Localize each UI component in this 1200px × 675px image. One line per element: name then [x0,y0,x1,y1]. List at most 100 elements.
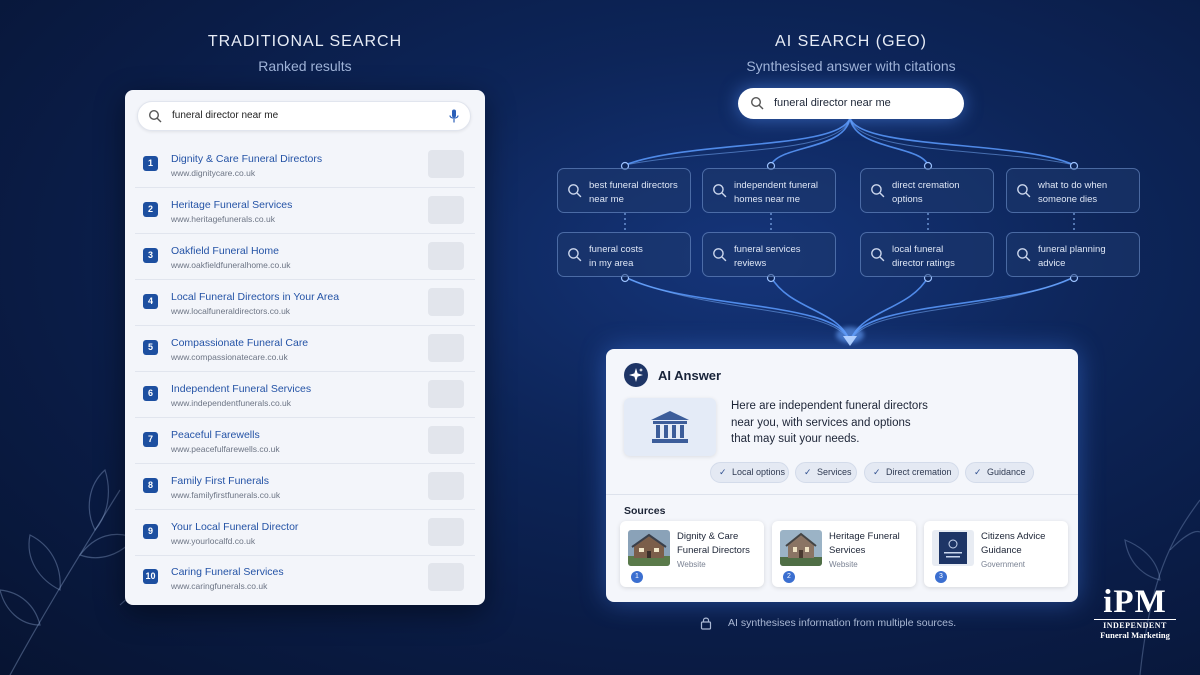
result-row[interactable]: 3 Oakfield Funeral Home www.oakfieldfune… [135,234,475,280]
result-url: www.localfuneraldirectors.co.uk [171,306,291,316]
footnote: AI synthesises information from multiple… [700,616,980,632]
house-photo [780,530,822,566]
result-row[interactable]: 10 Caring Funeral Services www.caringfun… [135,555,475,601]
subquery-text: direct cremation options [892,180,960,205]
subquery-box: best funeral directors near me [557,168,691,213]
subquery-box: direct cremation options [860,168,994,213]
traditional-results-panel: funeral director near me 1 Dignity & Car… [125,90,485,605]
ai-answer-text: Here are independent funeral directors n… [731,400,928,445]
search-icon [871,248,885,262]
result-url: www.independentfunerals.co.uk [171,398,292,408]
ai-heading-block: AI SEARCH (GEO) Synthesised answer with … [700,33,1002,74]
result-title[interactable]: Heritage Funeral Services [171,199,292,211]
result-row[interactable]: 2 Heritage Funeral Services www.heritage… [135,188,475,234]
search-icon [713,184,727,198]
result-thumbnail [428,426,464,454]
footnote-text: AI synthesises information from multiple… [728,617,957,629]
traditional-search-bar[interactable]: funeral director near me [137,101,471,131]
result-url: www.heritagefunerals.co.uk [171,214,275,224]
logo-line2: Funeral Marketing [1100,630,1170,640]
result-row[interactable]: 9 Your Local Funeral Director www.yourlo… [135,510,475,556]
result-title[interactable]: Independent Funeral Services [171,383,311,395]
source-type: Government [981,560,1026,569]
subquery-box: funeral costs in my area [557,232,691,277]
rank-badge: 10 [143,569,158,584]
result-title[interactable]: Family First Funerals [171,475,269,487]
topic-chip[interactable]: ✓ Direct cremation [864,462,959,483]
result-thumbnail [428,563,464,591]
sparkle-icon [624,363,648,387]
result-url: www.compassionatecare.co.uk [171,352,288,362]
logo-mark: iPM [1103,584,1167,620]
source-type: Website [677,560,706,569]
result-url: www.oakfieldfuneralhome.co.uk [171,260,291,270]
search-icon [568,184,582,198]
divider [606,494,1078,495]
subquery-text: best funeral directors near me [589,180,678,205]
rank-badge: 7 [143,432,158,447]
subquery-text: what to do when someone dies [1038,180,1108,205]
document-cover [932,530,974,566]
result-title[interactable]: Your Local Funeral Director [171,521,298,533]
ai-query-text: funeral director near me [774,97,891,109]
result-title[interactable]: Oakfield Funeral Home [171,245,279,257]
check-icon: ✓ [719,467,727,477]
result-row[interactable]: 7 Peaceful Farewells www.peacefulfarewel… [135,418,475,464]
result-url: www.familyfirstfunerals.co.uk [171,490,281,500]
subquery-text: funeral services reviews [734,244,801,269]
building-icon [651,411,689,443]
traditional-heading-block: TRADITIONAL SEARCH Ranked results [125,33,485,74]
subquery-box: independent funeral homes near me [702,168,836,213]
ai-search-bar[interactable]: funeral director near me [738,88,964,119]
search-icon [713,248,727,262]
subquery-text: funeral planning advice [1038,244,1106,269]
result-thumbnail [428,150,464,178]
result-row[interactable]: 6 Independent Funeral Services www.indep… [135,372,475,418]
ai-answer-title: AI Answer [658,368,722,383]
source-name: Citizens Advice Guidance [981,531,1046,556]
house-photo [628,530,670,566]
result-title[interactable]: Compassionate Funeral Care [171,337,308,349]
topic-chip[interactable]: ✓ Local options [710,462,789,483]
check-icon: ✓ [804,467,812,477]
subquery-box: local funeral director ratings [860,232,994,277]
result-row[interactable]: 5 Compassionate Funeral Care www.compass… [135,326,475,372]
ai-subheading: Synthesised answer with citations [746,58,956,74]
topic-chip[interactable]: ✓ Guidance [965,462,1034,483]
traditional-heading: TRADITIONAL SEARCH [207,33,403,50]
subquery-box: what to do when someone dies [1006,168,1140,213]
sources-label: Sources [624,505,666,517]
search-icon [148,109,162,123]
rank-badge: 6 [143,386,158,401]
source-name: Dignity & Care Funeral Directors [677,531,750,556]
result-title[interactable]: Dignity & Care Funeral Directors [171,153,322,165]
result-url: www.yourlocalfd.co.uk [171,536,256,546]
result-title[interactable]: Peaceful Farewells [171,429,260,441]
traditional-subheading: Ranked results [258,58,352,74]
result-row[interactable]: 4 Local Funeral Directors in Your Area w… [135,280,475,326]
rank-badge: 3 [143,248,158,263]
result-thumbnail [428,288,464,316]
result-url: www.dignitycare.co.uk [171,168,256,178]
search-icon [568,248,582,262]
result-thumbnail [428,518,464,546]
result-thumbnail [428,242,464,270]
microphone-icon[interactable] [449,109,459,124]
topic-chip[interactable]: ✓ Services [795,462,857,483]
search-icon [871,184,885,198]
search-icon [1017,248,1031,262]
result-title[interactable]: Caring Funeral Services [171,566,284,578]
subquery-text: independent funeral homes near me [734,180,818,205]
subquery-box: funeral services reviews [702,232,836,277]
result-row[interactable]: 8 Family First Funerals www.familyfirstf… [135,464,475,510]
source-card[interactable]: Dignity & Care Funeral Directors Website … [620,521,764,587]
result-thumbnail [428,380,464,408]
check-icon: ✓ [974,467,982,477]
result-row[interactable]: 1 Dignity & Care Funeral Directors www.d… [135,142,475,188]
source-card[interactable]: Heritage Funeral Services Website 2 [772,521,916,587]
result-title[interactable]: Local Funeral Directors in Your Area [171,291,339,303]
source-type: Website [829,560,858,569]
rank-badge: 9 [143,524,158,539]
source-card[interactable]: Citizens Advice Guidance Government 3 [924,521,1068,587]
subquery-text: local funeral director ratings [892,244,955,269]
